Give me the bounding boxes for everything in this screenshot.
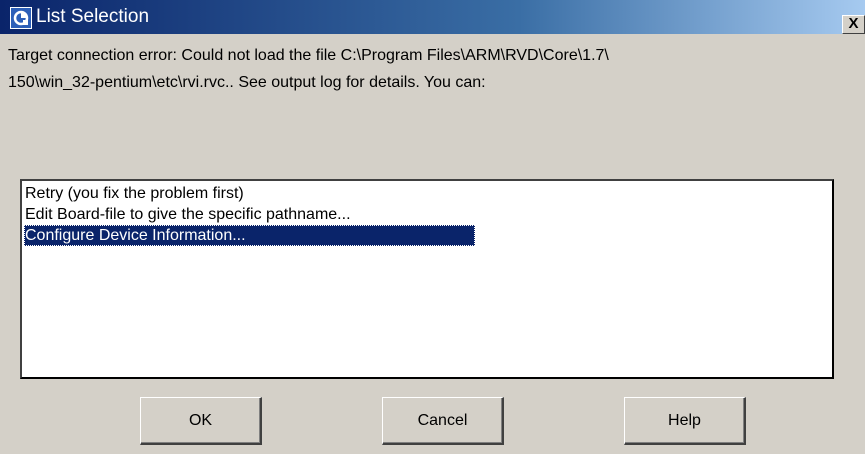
error-message-line-1: Target connection error: Could not load …: [8, 47, 609, 64]
list-item-retry[interactable]: Retry (you fix the problem first): [24, 183, 246, 204]
list-item-configure-device[interactable]: Configure Device Information...: [24, 225, 475, 246]
close-icon[interactable]: X: [842, 15, 865, 34]
error-message: Target connection error: Could not load …: [8, 42, 609, 96]
ok-button[interactable]: OK: [140, 397, 262, 445]
options-listbox[interactable]: Retry (you fix the problem first) Edit B…: [20, 179, 834, 379]
cancel-button[interactable]: Cancel: [382, 397, 504, 445]
arm-debugger-icon: [10, 7, 32, 29]
window-title: List Selection: [36, 6, 150, 27]
list-selection-dialog: List Selection X Target connection error…: [0, 0, 865, 454]
list-item-edit-board-file[interactable]: Edit Board-file to give the specific pat…: [24, 204, 353, 225]
error-message-line-2: 150\win_32-pentium\etc\rvi.rvc.. See out…: [8, 74, 486, 91]
help-button[interactable]: Help: [624, 397, 746, 445]
title-bar[interactable]: List Selection X: [0, 0, 865, 34]
